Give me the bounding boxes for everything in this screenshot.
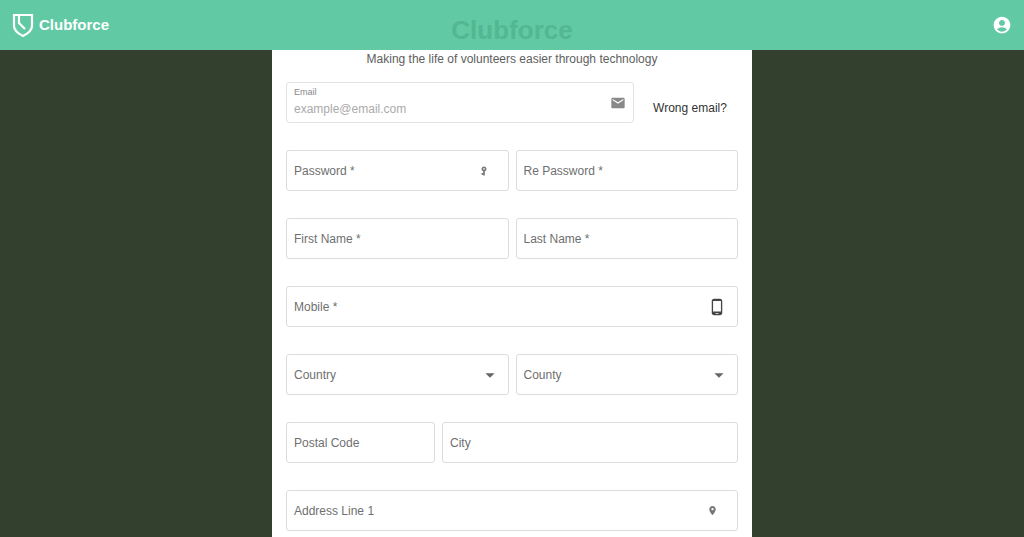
form-row: First Name * Last Name *: [286, 218, 738, 259]
email-label: Email: [294, 87, 610, 97]
field-label: Address Line 1: [294, 502, 707, 520]
email-placeholder: example@email.com: [294, 100, 610, 118]
form-row: Address Line 1: [286, 490, 738, 531]
form-field[interactable]: Last Name *: [516, 218, 739, 259]
watermark-title: Clubforce: [451, 1, 572, 50]
form-field[interactable]: Country: [286, 354, 509, 395]
key-icon: [479, 166, 489, 176]
form-field[interactable]: Postal Code: [286, 422, 435, 463]
signup-panel: Making the life of volunteers easier thr…: [272, 50, 752, 537]
form-field[interactable]: Address Line 1: [286, 490, 738, 531]
field-label: Last Name *: [524, 230, 731, 248]
top-bar: Clubforce Clubforce: [0, 0, 1024, 50]
form-row: Password * Re Password *: [286, 150, 738, 191]
brand-name: Clubforce: [39, 14, 109, 37]
field-label: Re Password *: [524, 162, 731, 180]
field-label: First Name *: [294, 230, 501, 248]
form-field[interactable]: County: [516, 354, 739, 395]
mail-icon: [610, 95, 626, 111]
brand[interactable]: Clubforce: [12, 13, 212, 37]
phone-icon: [708, 298, 726, 316]
form-field[interactable]: Password *: [286, 150, 509, 191]
field-label: Postal Code: [294, 434, 427, 452]
form-rows: Password * Re Password * First Name * Last …: [286, 150, 738, 531]
dropdown-caret-icon: [479, 364, 501, 386]
field-label: Mobile *: [294, 298, 708, 316]
subtitle: Making the life of volunteers easier thr…: [286, 52, 738, 66]
wrong-email-link[interactable]: Wrong email?: [642, 89, 738, 117]
form-field[interactable]: City: [442, 422, 738, 463]
user-icon[interactable]: [992, 15, 1012, 35]
shield-logo-icon: [12, 13, 34, 37]
form-field[interactable]: Mobile *: [286, 286, 738, 327]
page: Clubforce Clubforce Making the life of vol…: [0, 0, 1024, 537]
form-row: Postal Code City: [286, 422, 738, 463]
form-row: Country County: [286, 354, 738, 395]
background-photo: Making the life of volunteers easier thr…: [0, 50, 1024, 537]
email-row: Email example@email.com Wrong email?: [286, 82, 738, 123]
field-label: City: [450, 434, 730, 452]
field-label: Password *: [294, 162, 479, 180]
pin-icon: [707, 505, 718, 516]
form-field[interactable]: Re Password *: [516, 150, 739, 191]
field-label: County: [524, 366, 709, 384]
email-field[interactable]: Email example@email.com: [286, 82, 634, 123]
dropdown-caret-icon: [708, 364, 730, 386]
form-row: Mobile *: [286, 286, 738, 327]
field-label: Country: [294, 366, 479, 384]
form-field[interactable]: First Name *: [286, 218, 509, 259]
